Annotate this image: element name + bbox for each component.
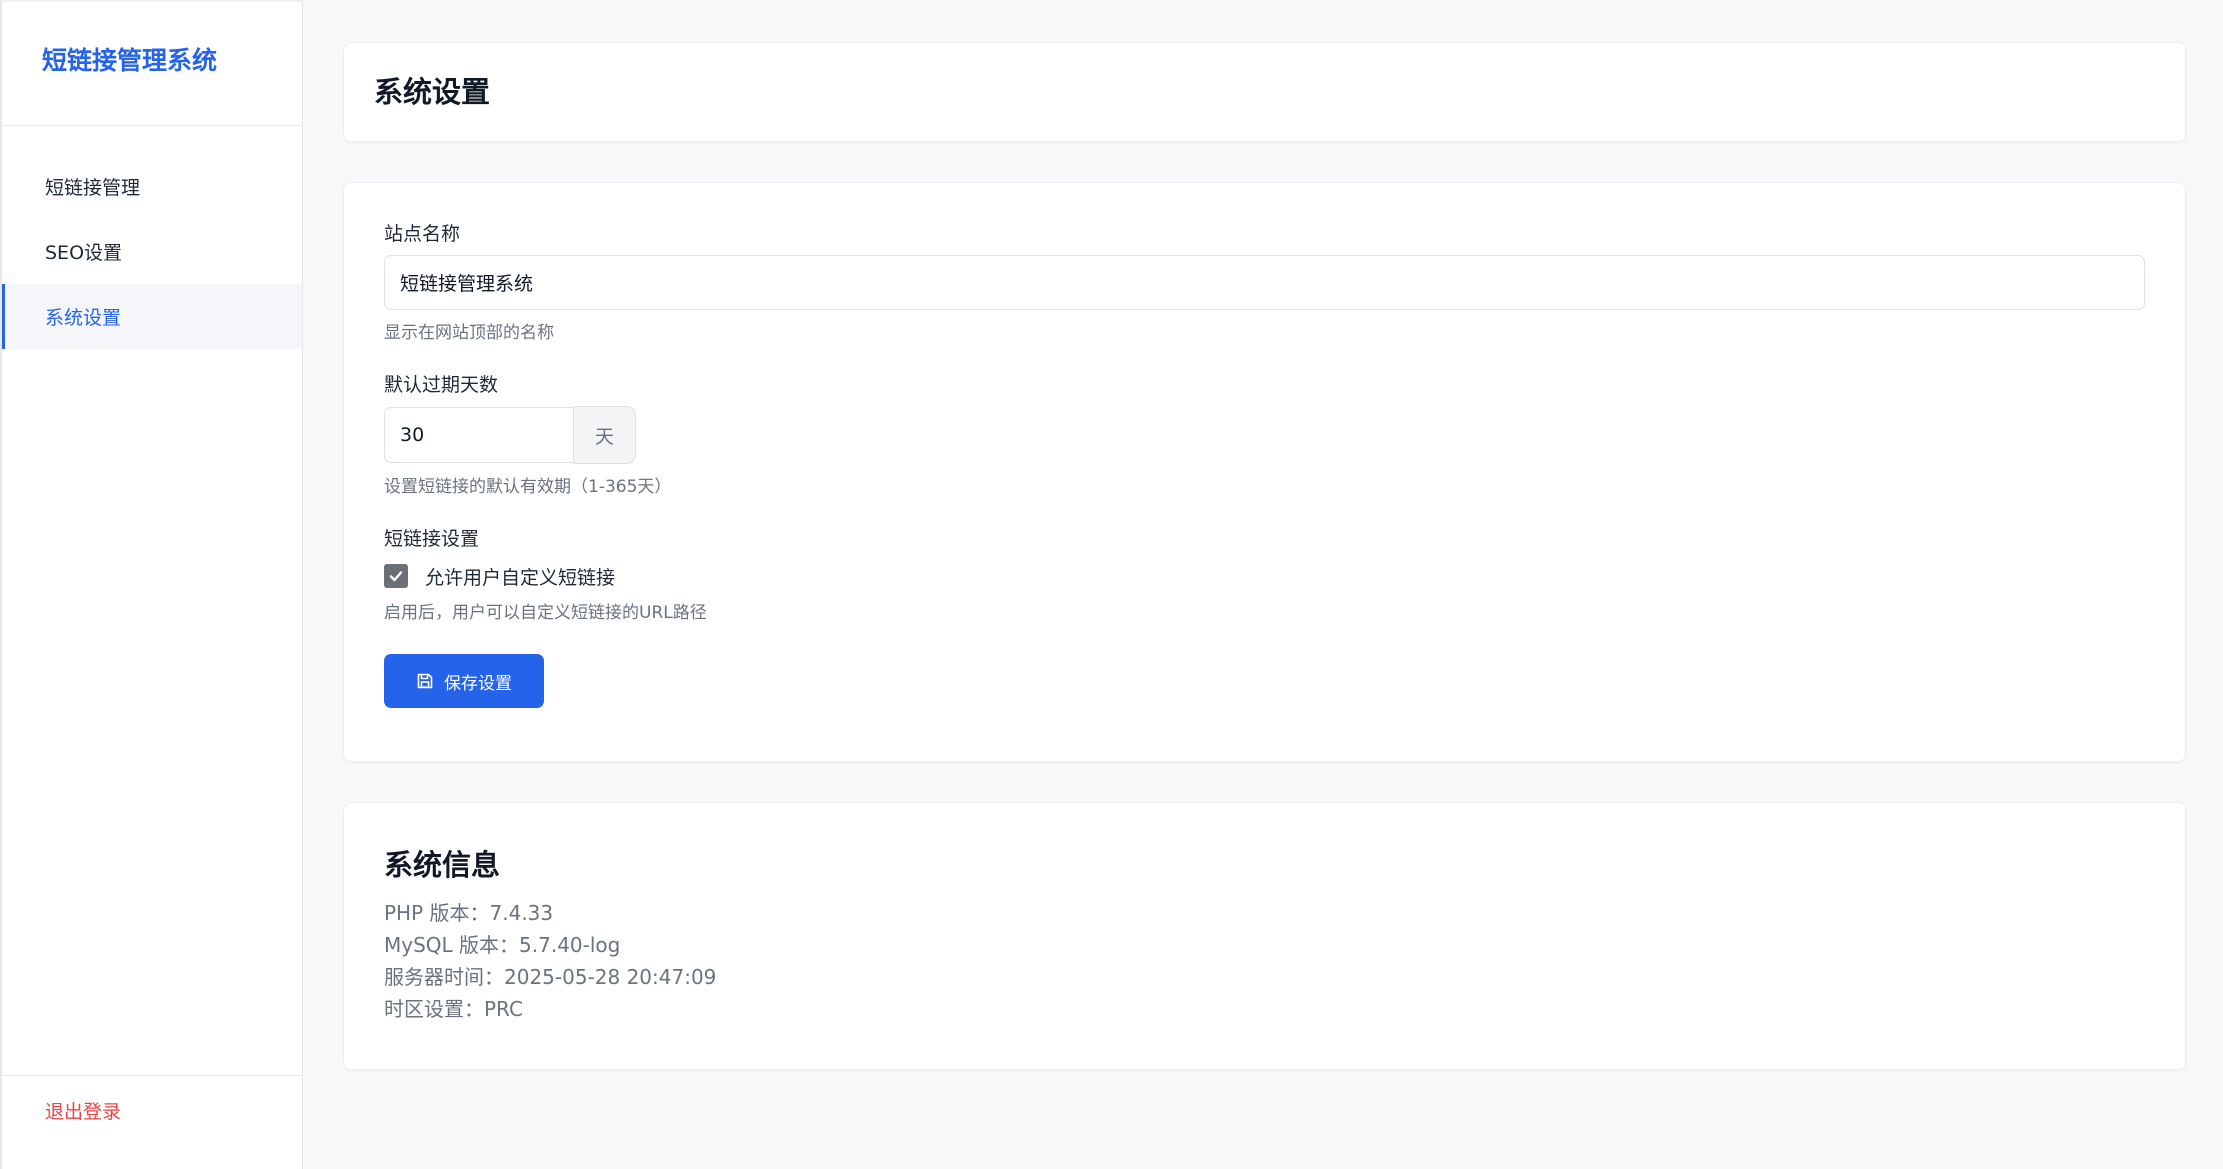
sidebar-item-label: 系统设置 <box>45 307 122 329</box>
save-settings-label: 保存设置 <box>444 673 512 694</box>
sidebar: 短链接管理系统 短链接管理 SEO设置 系统设置 退出登录 <box>0 0 303 1169</box>
shortlink-help: 启用后，用户可以自定义短链接的URL路径 <box>384 603 707 623</box>
custom-shortlink-checkbox[interactable] <box>384 564 408 588</box>
system-info: 系统信息 PHP 版本：7.4.33 MySQL 版本：5.7.40-log 服… <box>343 802 2186 1070</box>
main-content: 系统设置 站点名称 显示在网站顶部的名称 默认过期天数 天 设置短链接的默认有效… <box>303 0 2223 1169</box>
page-header: 系统设置 <box>343 42 2186 142</box>
custom-shortlink-label[interactable]: 允许用户自定义短链接 <box>425 563 615 590</box>
expire-days-label: 默认过期天数 <box>384 374 499 396</box>
sidebar-item-seo[interactable]: SEO设置 <box>2 219 302 284</box>
expire-days-group: 天 <box>384 406 2145 464</box>
brand: 短链接管理系统 <box>2 2 302 126</box>
site-name-label: 站点名称 <box>384 223 461 245</box>
sidebar-item-shortlinks[interactable]: 短链接管理 <box>2 154 302 219</box>
sidebar-footer: 退出登录 <box>2 1075 302 1169</box>
app-root: 短链接管理系统 短链接管理 SEO设置 系统设置 退出登录 系统设置 站点名称 … <box>0 0 2223 1169</box>
sidebar-item-label: 短链接管理 <box>45 177 141 199</box>
logout-link[interactable]: 退出登录 <box>45 1097 121 1124</box>
check-icon <box>389 571 403 582</box>
page-title: 系统设置 <box>374 75 491 109</box>
sidebar-nav: 短链接管理 SEO设置 系统设置 <box>2 126 302 349</box>
sidebar-item-label: SEO设置 <box>45 242 123 264</box>
save-settings-button[interactable]: 保存设置 <box>384 654 544 708</box>
shortlink-settings-label: 短链接设置 <box>384 528 480 550</box>
settings-form: 站点名称 显示在网站顶部的名称 默认过期天数 天 设置短链接的默认有效期（1-3… <box>343 182 2186 762</box>
sidebar-item-system-settings[interactable]: 系统设置 <box>2 284 302 349</box>
site-name-help: 显示在网站顶部的名称 <box>384 323 554 343</box>
expire-days-unit: 天 <box>574 406 636 464</box>
save-icon <box>417 673 433 689</box>
system-info-title: 系统信息 <box>384 848 501 882</box>
timezone: 时区设置：PRC <box>384 997 523 1021</box>
custom-shortlink-option: 允许用户自定义短链接 <box>384 562 2145 590</box>
mysql-version: MySQL 版本：5.7.40-log <box>384 933 621 957</box>
brand-title: 短链接管理系统 <box>42 45 218 75</box>
server-time: 服务器时间：2025-05-28 20:47:09 <box>384 965 717 989</box>
expire-days-help: 设置短链接的默认有效期（1-365天） <box>384 477 672 497</box>
expire-days-input[interactable] <box>384 407 574 463</box>
expire-days-field: 默认过期天数 天 设置短链接的默认有效期（1-365天） <box>384 372 2145 498</box>
site-name-input[interactable] <box>384 255 2145 310</box>
site-name-field: 站点名称 显示在网站顶部的名称 <box>384 221 2145 344</box>
system-info-list: PHP 版本：7.4.33 MySQL 版本：5.7.40-log 服务器时间：… <box>384 897 2145 1025</box>
php-version: PHP 版本：7.4.33 <box>384 901 554 925</box>
shortlink-settings-field: 短链接设置 允许用户自定义短链接 启用后，用户可以自定义短链接的URL路径 <box>384 526 2145 624</box>
